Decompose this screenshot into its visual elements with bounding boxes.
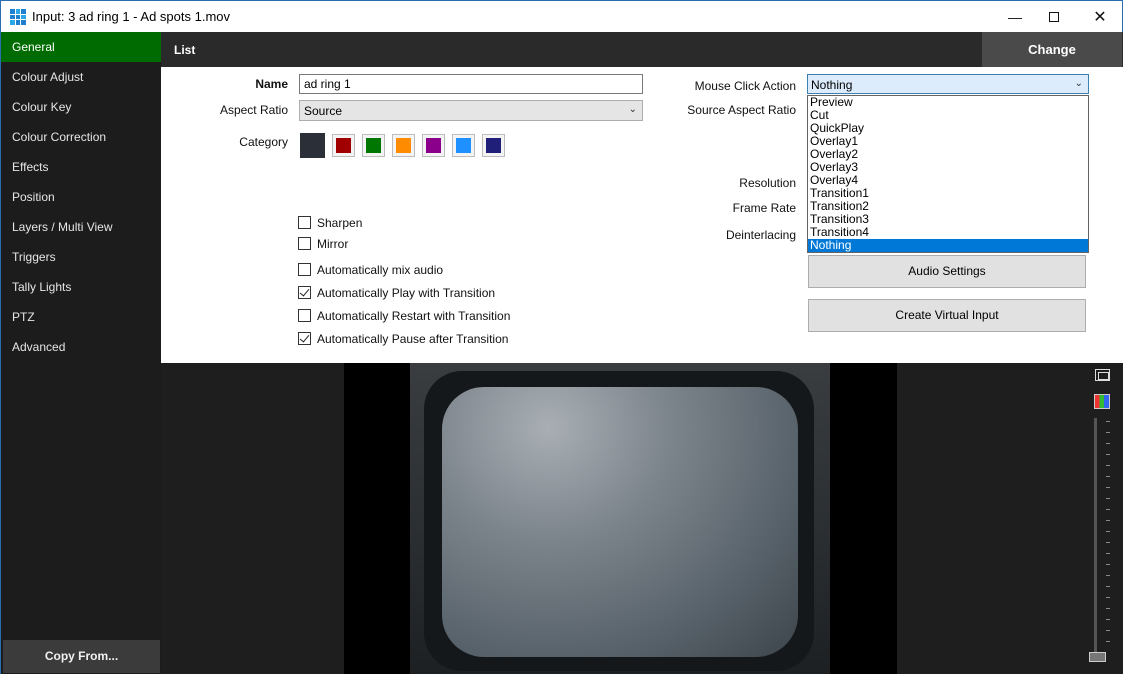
- sidebar-item-general[interactable]: General: [1, 32, 161, 62]
- category-swatch-dark[interactable]: [300, 133, 325, 158]
- name-input[interactable]: ad ring 1: [299, 74, 643, 94]
- mouse-click-action-value: Nothing: [811, 78, 853, 92]
- audio-settings-button[interactable]: Audio Settings: [808, 255, 1086, 288]
- sidebar-item-colour-adjust[interactable]: Colour Adjust: [1, 62, 161, 92]
- volume-slider-track[interactable]: [1094, 418, 1097, 658]
- category-swatch-blue[interactable]: [452, 134, 475, 157]
- volume-ticks: [1106, 421, 1110, 651]
- resolution-label: Resolution: [739, 176, 796, 190]
- chevron-down-icon: ⌄: [628, 104, 637, 115]
- sidebar-item-advanced[interactable]: Advanced: [1, 332, 161, 362]
- auto-play-transition-label: Automatically Play with Transition: [317, 286, 496, 300]
- auto-play-transition-checkbox[interactable]: [298, 286, 311, 299]
- dropdown-option-selected[interactable]: Nothing: [808, 239, 1088, 252]
- sidebar-item-ptz[interactable]: PTZ: [1, 302, 161, 332]
- auto-pause-transition-label: Automatically Pause after Transition: [317, 332, 509, 346]
- app-icon: [10, 9, 26, 25]
- category-swatch-navy[interactable]: [482, 134, 505, 157]
- aspect-ratio-label: Aspect Ratio: [219, 103, 288, 117]
- dropdown-option[interactable]: Preview: [808, 96, 1088, 109]
- preview-controls: [1089, 363, 1123, 674]
- volume-slider-handle[interactable]: [1089, 652, 1106, 662]
- fit-screen-icon[interactable]: [1095, 369, 1110, 381]
- maximize-icon: [1049, 11, 1059, 22]
- aspect-ratio-value: Source: [304, 104, 343, 118]
- auto-restart-transition-label: Automatically Restart with Transition: [317, 309, 511, 323]
- sidebar-item-triggers[interactable]: Triggers: [1, 242, 161, 272]
- title-bar: Input: 3 ad ring 1 - Ad spots 1.mov — ✕: [1, 1, 1122, 32]
- auto-pause-transition-checkbox[interactable]: [298, 332, 311, 345]
- sidebar-item-tally-lights[interactable]: Tally Lights: [1, 272, 161, 302]
- mouse-click-action-dropdown: Preview Cut QuickPlay Overlay1 Overlay2 …: [807, 95, 1089, 253]
- maximize-button[interactable]: [1031, 1, 1077, 32]
- chevron-down-icon: ⌄: [1074, 78, 1083, 89]
- mirror-label: Mirror: [317, 237, 349, 251]
- aspect-ratio-select[interactable]: Source ⌄: [299, 100, 643, 121]
- sidebar-item-position[interactable]: Position: [1, 182, 161, 212]
- sidebar-item-colour-key[interactable]: Colour Key: [1, 92, 161, 122]
- change-button[interactable]: Change: [982, 32, 1122, 67]
- mouse-click-action-select[interactable]: Nothing ⌄: [807, 74, 1089, 94]
- deinterlacing-label: Deinterlacing: [725, 228, 796, 242]
- list-label[interactable]: List: [174, 43, 195, 57]
- mouse-click-action-label: Mouse Click Action: [694, 79, 796, 93]
- category-swatch-orange[interactable]: [392, 134, 415, 157]
- sharpen-label: Sharpen: [317, 216, 363, 230]
- preview-area: [161, 363, 1123, 674]
- category-swatch-red[interactable]: [332, 134, 355, 157]
- minimize-icon: —: [1008, 8, 1022, 25]
- copy-from-button[interactable]: Copy From...: [3, 640, 160, 673]
- category-swatch-green[interactable]: [362, 134, 385, 157]
- source-aspect-ratio-label: Source Aspect Ratio: [687, 103, 796, 117]
- create-virtual-input-button[interactable]: Create Virtual Input: [808, 299, 1086, 332]
- window-title: Input: 3 ad ring 1 - Ad spots 1.mov: [32, 9, 231, 24]
- close-button[interactable]: ✕: [1077, 1, 1123, 32]
- list-header-bar: List Change: [161, 32, 1123, 67]
- frame-rate-label: Frame Rate: [732, 201, 796, 215]
- sidebar-item-layers-multi-view[interactable]: Layers / Multi View: [1, 212, 161, 242]
- auto-restart-transition-checkbox[interactable]: [298, 309, 311, 322]
- auto-mix-audio-label: Automatically mix audio: [317, 263, 444, 277]
- video-preview[interactable]: [344, 363, 897, 674]
- color-bars-icon[interactable]: [1094, 394, 1110, 409]
- name-label: Name: [255, 77, 288, 91]
- mirror-checkbox[interactable]: [298, 237, 311, 250]
- preview-image: [410, 363, 830, 674]
- category-swatch-purple[interactable]: [422, 134, 445, 157]
- sidebar-item-colour-correction[interactable]: Colour Correction: [1, 122, 161, 152]
- sidebar: General Colour Adjust Colour Key Colour …: [1, 32, 161, 674]
- input-settings-window: Input: 3 ad ring 1 - Ad spots 1.mov — ✕ …: [0, 0, 1123, 674]
- close-icon: ✕: [1093, 8, 1107, 26]
- sharpen-checkbox[interactable]: [298, 216, 311, 229]
- category-label: Category: [239, 135, 288, 149]
- sidebar-item-effects[interactable]: Effects: [1, 152, 161, 182]
- auto-mix-audio-checkbox[interactable]: [298, 263, 311, 276]
